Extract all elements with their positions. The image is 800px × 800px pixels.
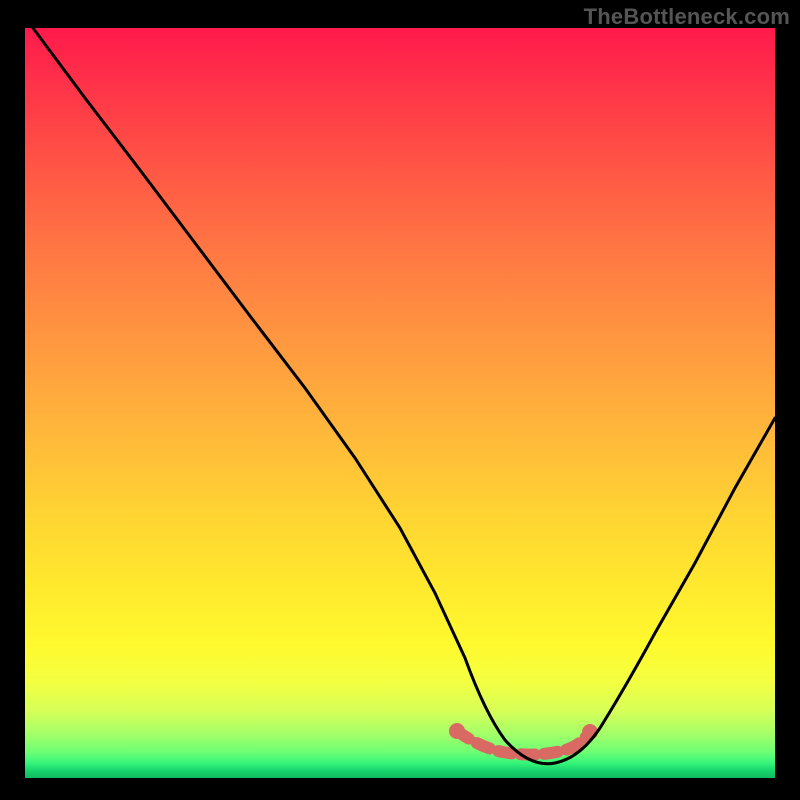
chart-frame: TheBottleneck.com: [0, 0, 800, 800]
bottleneck-curve: [25, 28, 775, 778]
optimal-range-highlight: [457, 731, 590, 755]
curve-path: [33, 28, 775, 764]
optimal-range-start-cap: [449, 723, 465, 739]
watermark-text: TheBottleneck.com: [584, 4, 790, 30]
plot-area: [25, 28, 775, 778]
